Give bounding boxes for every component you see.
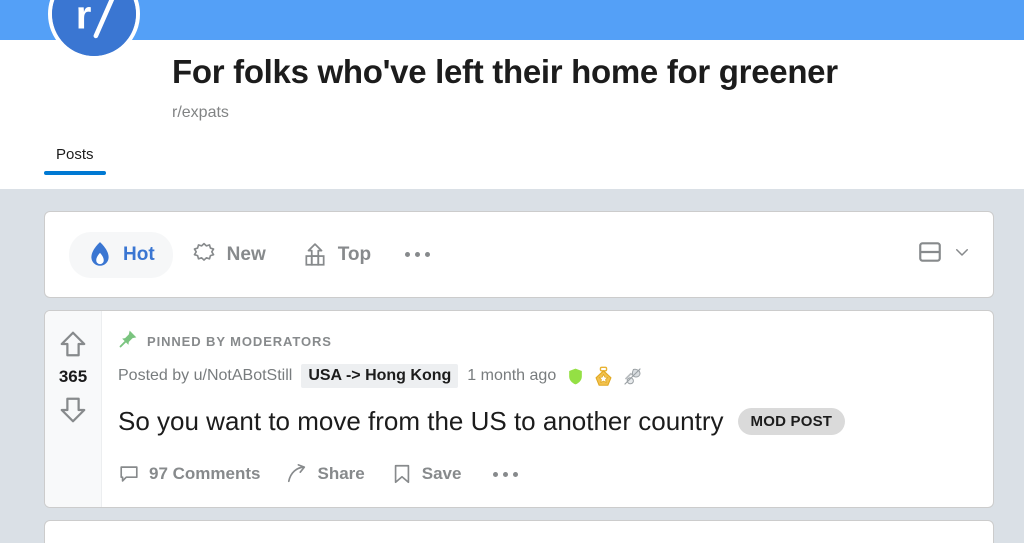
flame-icon bbox=[87, 241, 113, 269]
starburst-icon bbox=[191, 242, 217, 268]
vote-column: 365 bbox=[45, 311, 102, 507]
card-view-icon bbox=[917, 239, 943, 270]
comments-button[interactable]: 97 Comments bbox=[118, 463, 260, 485]
ellipsis-dot-icon bbox=[513, 471, 519, 477]
silver-helping-hand-award-icon[interactable] bbox=[622, 366, 643, 387]
bookmark-icon bbox=[391, 463, 413, 485]
tab-posts[interactable]: Posts bbox=[44, 142, 106, 175]
post-card: 365 PINNED BY MODERATORS Posted by u/Not… bbox=[44, 310, 994, 508]
downvote-button[interactable] bbox=[58, 395, 88, 425]
sort-more-button[interactable] bbox=[389, 252, 446, 257]
shield-award-icon[interactable] bbox=[566, 367, 585, 386]
community-name: r/expats bbox=[172, 104, 229, 121]
save-label: Save bbox=[421, 464, 462, 483]
sort-option-top[interactable]: Top bbox=[284, 233, 389, 277]
mod-post-badge: MOD POST bbox=[737, 407, 846, 435]
community-header: r For folks who've left their home for g… bbox=[0, 0, 1024, 189]
sort-option-hot-label: Hot bbox=[123, 243, 155, 265]
sort-bar: Hot New Top bbox=[44, 211, 994, 298]
sort-option-hot[interactable]: Hot bbox=[69, 231, 173, 278]
post-body: PINNED BY MODERATORS Posted by u/NotABot… bbox=[102, 311, 993, 507]
post-awards bbox=[566, 366, 643, 387]
view-mode-selector[interactable] bbox=[917, 239, 971, 270]
ellipsis-dot-icon bbox=[425, 252, 431, 257]
ellipsis-dot-icon bbox=[405, 252, 411, 257]
upvote-button[interactable] bbox=[58, 329, 88, 359]
share-arrow-icon bbox=[286, 463, 308, 485]
save-button[interactable]: Save bbox=[391, 463, 462, 485]
chevron-down-icon bbox=[953, 243, 971, 266]
community-banner bbox=[0, 0, 1024, 40]
vote-score: 365 bbox=[58, 367, 88, 386]
sort-option-new[interactable]: New bbox=[173, 233, 284, 277]
gold-star-award-icon[interactable] bbox=[593, 366, 614, 387]
post-title[interactable]: So you want to move from the US to anoth… bbox=[118, 405, 724, 437]
post-byline: Posted by u/NotABotStill USA -> Hong Kon… bbox=[118, 364, 977, 388]
pinned-label: PINNED BY MODERATORS bbox=[147, 334, 332, 349]
tab-posts-label: Posts bbox=[56, 146, 94, 163]
pinned-row: PINNED BY MODERATORS bbox=[118, 329, 977, 354]
share-button[interactable]: Share bbox=[286, 463, 365, 485]
ellipsis-dot-icon bbox=[503, 471, 509, 477]
community-header-text: For folks who've left their home for gre… bbox=[172, 40, 1024, 124]
community-tabs: Posts bbox=[0, 142, 1024, 175]
post-timestamp[interactable]: 1 month ago bbox=[467, 367, 556, 385]
next-post-card-partial[interactable] bbox=[44, 520, 994, 543]
post-title-row: So you want to move from the US to anoth… bbox=[118, 405, 977, 437]
author-flair[interactable]: USA -> Hong Kong bbox=[301, 364, 459, 388]
subreddit-r-slash-icon: r bbox=[52, 0, 136, 56]
page-title: For folks who've left their home for gre… bbox=[172, 53, 838, 90]
pin-icon bbox=[118, 329, 138, 354]
share-label: Share bbox=[317, 464, 365, 483]
post-author[interactable]: Posted by u/NotABotStill bbox=[118, 367, 292, 385]
comments-label: 97 Comments bbox=[149, 464, 261, 483]
post-actions: 97 Comments Share Save bbox=[118, 463, 977, 485]
community-header-inner: r For folks who've left their home for g… bbox=[0, 0, 1024, 124]
comment-bubble-icon bbox=[118, 463, 140, 485]
post-more-button[interactable] bbox=[487, 471, 524, 477]
chart-up-icon bbox=[302, 242, 328, 268]
post-feed: Hot New Top 365 PINNED BY MODERATORS Pos… bbox=[0, 189, 1024, 543]
ellipsis-dot-icon bbox=[415, 252, 421, 257]
sort-option-top-label: Top bbox=[337, 243, 372, 265]
svg-text:r: r bbox=[76, 0, 92, 38]
sort-option-new-label: New bbox=[226, 243, 266, 265]
ellipsis-dot-icon bbox=[493, 471, 499, 477]
community-avatar[interactable]: r bbox=[48, 0, 140, 60]
